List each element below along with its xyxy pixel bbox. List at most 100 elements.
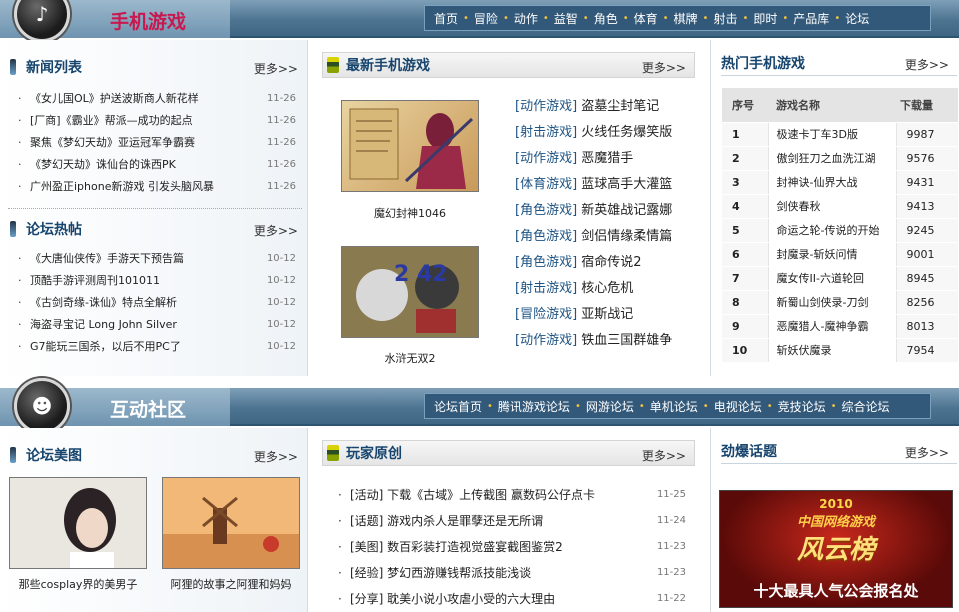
game-item[interactable]: [动作游戏] 铁血三国群雄争	[515, 328, 705, 354]
nav-item[interactable]: 综合论坛	[837, 398, 895, 415]
hot-topic-banner[interactable]: 2010 中国网络游戏 风云榜 十大最具人气公会报名处	[719, 490, 953, 608]
list-item[interactable]: · 《女儿国OL》护送波斯商人新花样 11-26	[18, 88, 296, 110]
game-name[interactable]: 宿命传说2	[581, 255, 641, 270]
game-name[interactable]: 恶魔猎手	[581, 151, 633, 166]
item-title[interactable]: 《古剑奇缘-诛仙》特点全解析	[30, 292, 254, 314]
item-title[interactable]: [经验] 梦幻西游赚钱帮派技能浅谈	[350, 560, 644, 586]
item-title[interactable]: [厂商]《霸业》帮派—成功的起点	[30, 110, 254, 132]
item-title[interactable]: [话题] 游戏内杀人是罪孽还是无所谓	[350, 508, 644, 534]
table-row[interactable]: 8 新蜀山剑侠录-刀剑 8256	[722, 290, 958, 315]
item-title[interactable]: 《女儿国OL》护送波斯商人新花样	[30, 88, 254, 110]
nav-item[interactable]: 棋牌	[669, 10, 703, 27]
item-title[interactable]: [分享] 耽美小说小攻虐小受的六大理由	[350, 586, 644, 612]
list-item[interactable]: · 聚焦《梦幻天劫》亚运冠军争霸赛 11-26	[18, 132, 296, 154]
nav-item[interactable]: 动作	[509, 10, 543, 27]
list-item[interactable]: · [厂商]《霸业》帮派—成功的起点 11-26	[18, 110, 296, 132]
gallery-caption-1[interactable]: 那些cosplay界的美男子	[9, 576, 147, 592]
game-item[interactable]: [角色游戏] 剑侣情缘柔情篇	[515, 224, 705, 250]
game-name[interactable]: 铁血三国群雄争	[581, 333, 672, 348]
table-row[interactable]: 2 傲剑狂刀之血洗江湖 9576	[722, 146, 958, 171]
list-item[interactable]: · [活动] 下载《古域》上传截图 赢数码公仔点卡 11-25	[338, 482, 686, 508]
list-item[interactable]: · 海盗寻宝记 Long John Silver 10-12	[18, 314, 296, 336]
game-name[interactable]: 火线任务爆笑版	[581, 125, 672, 140]
nav-item[interactable]: 射击	[708, 10, 742, 27]
list-item[interactable]: · 广州盈正iphone新游戏 引发头脑风暴 11-26	[18, 176, 296, 198]
nav-item[interactable]: 首页	[429, 10, 463, 27]
nav-item[interactable]: 单机论坛	[645, 398, 703, 415]
nav-item[interactable]: 即时	[748, 10, 782, 27]
game-item[interactable]: [体育游戏] 蓝球高手大灌篮	[515, 172, 705, 198]
nav-item[interactable]: 腾讯游戏论坛	[493, 398, 575, 415]
table-row[interactable]: 4 剑侠春秋 9413	[722, 194, 958, 219]
news-more-link[interactable]: 更多>>	[254, 60, 298, 77]
table-row[interactable]: 6 封魔录-斩妖问情 9001	[722, 242, 958, 267]
table-row[interactable]: 7 魔女传II-六道轮回 8945	[722, 266, 958, 291]
table-row[interactable]: 10 斩妖伏魔录 7954	[722, 338, 958, 363]
list-item[interactable]: · [分享] 耽美小说小攻虐小受的六大理由 11-22	[338, 586, 686, 612]
list-item[interactable]: · 《古剑奇缘-诛仙》特点全解析 10-12	[18, 292, 296, 314]
nav-item[interactable]: 论坛	[840, 10, 874, 27]
list-item[interactable]: · [经验] 梦幻西游赚钱帮派技能浅谈 11-23	[338, 560, 686, 586]
latest-games-more-link[interactable]: 更多>>	[642, 59, 686, 76]
item-title[interactable]: [活动] 下载《古域》上传截图 赢数码公仔点卡	[350, 482, 644, 508]
game-name[interactable]: 亚斯战记	[581, 307, 633, 322]
game-name-cell[interactable]: 恶魔猎人-魔神争霸	[767, 314, 897, 339]
item-title[interactable]: 广州盈正iphone新游戏 引发头脑风暴	[30, 176, 254, 198]
game-category[interactable]: [角色游戏]	[515, 229, 577, 244]
game-category[interactable]: [动作游戏]	[515, 333, 577, 348]
list-item[interactable]: · G7能玩三国杀，以后不用PC了 10-12	[18, 336, 296, 358]
table-row[interactable]: 3 封神诀-仙界大战 9431	[722, 170, 958, 195]
item-title[interactable]: [美图] 数百彩装打造视觉盛宴截图鉴赏2	[350, 534, 644, 560]
list-item[interactable]: · 《大唐仙侠传》手游天下预告篇 10-12	[18, 248, 296, 270]
gallery-image-1[interactable]	[9, 477, 147, 569]
game-item[interactable]: [角色游戏] 新英雄战记露娜	[515, 198, 705, 224]
game-name[interactable]: 蓝球高手大灌篮	[581, 177, 672, 192]
nav-item[interactable]: 冒险	[469, 10, 503, 27]
game-category[interactable]: [动作游戏]	[515, 151, 577, 166]
game-category[interactable]: [角色游戏]	[515, 255, 577, 270]
game-category[interactable]: [射击游戏]	[515, 281, 577, 296]
list-item[interactable]: · [话题] 游戏内杀人是罪孽还是无所谓 11-24	[338, 508, 686, 534]
nav-item[interactable]: 益智	[549, 10, 583, 27]
table-row[interactable]: 5 命运之轮-传说的开始 9245	[722, 218, 958, 243]
game-thumbnail-1[interactable]	[341, 100, 479, 192]
nav-item[interactable]: 竞技论坛	[773, 398, 831, 415]
game-category[interactable]: [冒险游戏]	[515, 307, 577, 322]
game-item[interactable]: [射击游戏] 火线任务爆笑版	[515, 120, 705, 146]
game-item[interactable]: [动作游戏] 恶魔猎手	[515, 146, 705, 172]
game-item[interactable]: [角色游戏] 宿命传说2	[515, 250, 705, 276]
nav-item[interactable]: 论坛首页	[429, 398, 487, 415]
game-category[interactable]: [射击游戏]	[515, 125, 577, 140]
nav-item[interactable]: 产品库	[788, 10, 834, 27]
game-name-cell[interactable]: 傲剑狂刀之血洗江湖	[767, 146, 897, 171]
item-title[interactable]: 聚焦《梦幻天劫》亚运冠军争霸赛	[30, 132, 254, 154]
game-name-cell[interactable]: 封魔录-斩妖问情	[767, 242, 897, 267]
nav-item[interactable]: 电视论坛	[709, 398, 767, 415]
game-name-cell[interactable]: 命运之轮-传说的开始	[767, 218, 897, 243]
game-name-cell[interactable]: 魔女传II-六道轮回	[767, 266, 897, 291]
game-item[interactable]: [动作游戏] 盗墓尘封笔记	[515, 94, 705, 120]
game-name-cell[interactable]: 剑侠春秋	[767, 194, 897, 219]
game-name[interactable]: 新英雄战记露娜	[581, 203, 672, 218]
item-title[interactable]: 《梦幻天劫》诛仙台的诛西PK	[30, 154, 254, 176]
table-row[interactable]: 1 极速卡丁车3D版 9987	[722, 122, 958, 147]
table-row[interactable]: 9 恶魔猎人-魔神争霸 8013	[722, 314, 958, 339]
gallery-more-link[interactable]: 更多>>	[254, 448, 298, 465]
nav-item[interactable]: 角色	[589, 10, 623, 27]
game-category[interactable]: [动作游戏]	[515, 99, 577, 114]
item-title[interactable]: G7能玩三国杀，以后不用PC了	[30, 336, 254, 358]
game-caption-1[interactable]: 魔幻封神1046	[341, 205, 479, 221]
game-name-cell[interactable]: 封神诀-仙界大战	[767, 170, 897, 195]
list-item[interactable]: · 《梦幻天劫》诛仙台的诛西PK 11-26	[18, 154, 296, 176]
hot-games-more-link[interactable]: 更多>>	[905, 56, 949, 73]
game-caption-2[interactable]: 水浒无双2	[341, 350, 479, 366]
game-name-cell[interactable]: 新蜀山剑侠录-刀剑	[767, 290, 897, 315]
item-title[interactable]: 《大唐仙侠传》手游天下预告篇	[30, 248, 254, 270]
original-more-link[interactable]: 更多>>	[642, 447, 686, 464]
game-name[interactable]: 盗墓尘封笔记	[581, 99, 659, 114]
game-name[interactable]: 核心危机	[581, 281, 633, 296]
list-item[interactable]: · [美图] 数百彩装打造视觉盛宴截图鉴赏2 11-23	[338, 534, 686, 560]
game-thumbnail-2[interactable]: 2 42	[341, 246, 479, 338]
game-item[interactable]: [射击游戏] 核心危机	[515, 276, 705, 302]
game-category[interactable]: [体育游戏]	[515, 177, 577, 192]
